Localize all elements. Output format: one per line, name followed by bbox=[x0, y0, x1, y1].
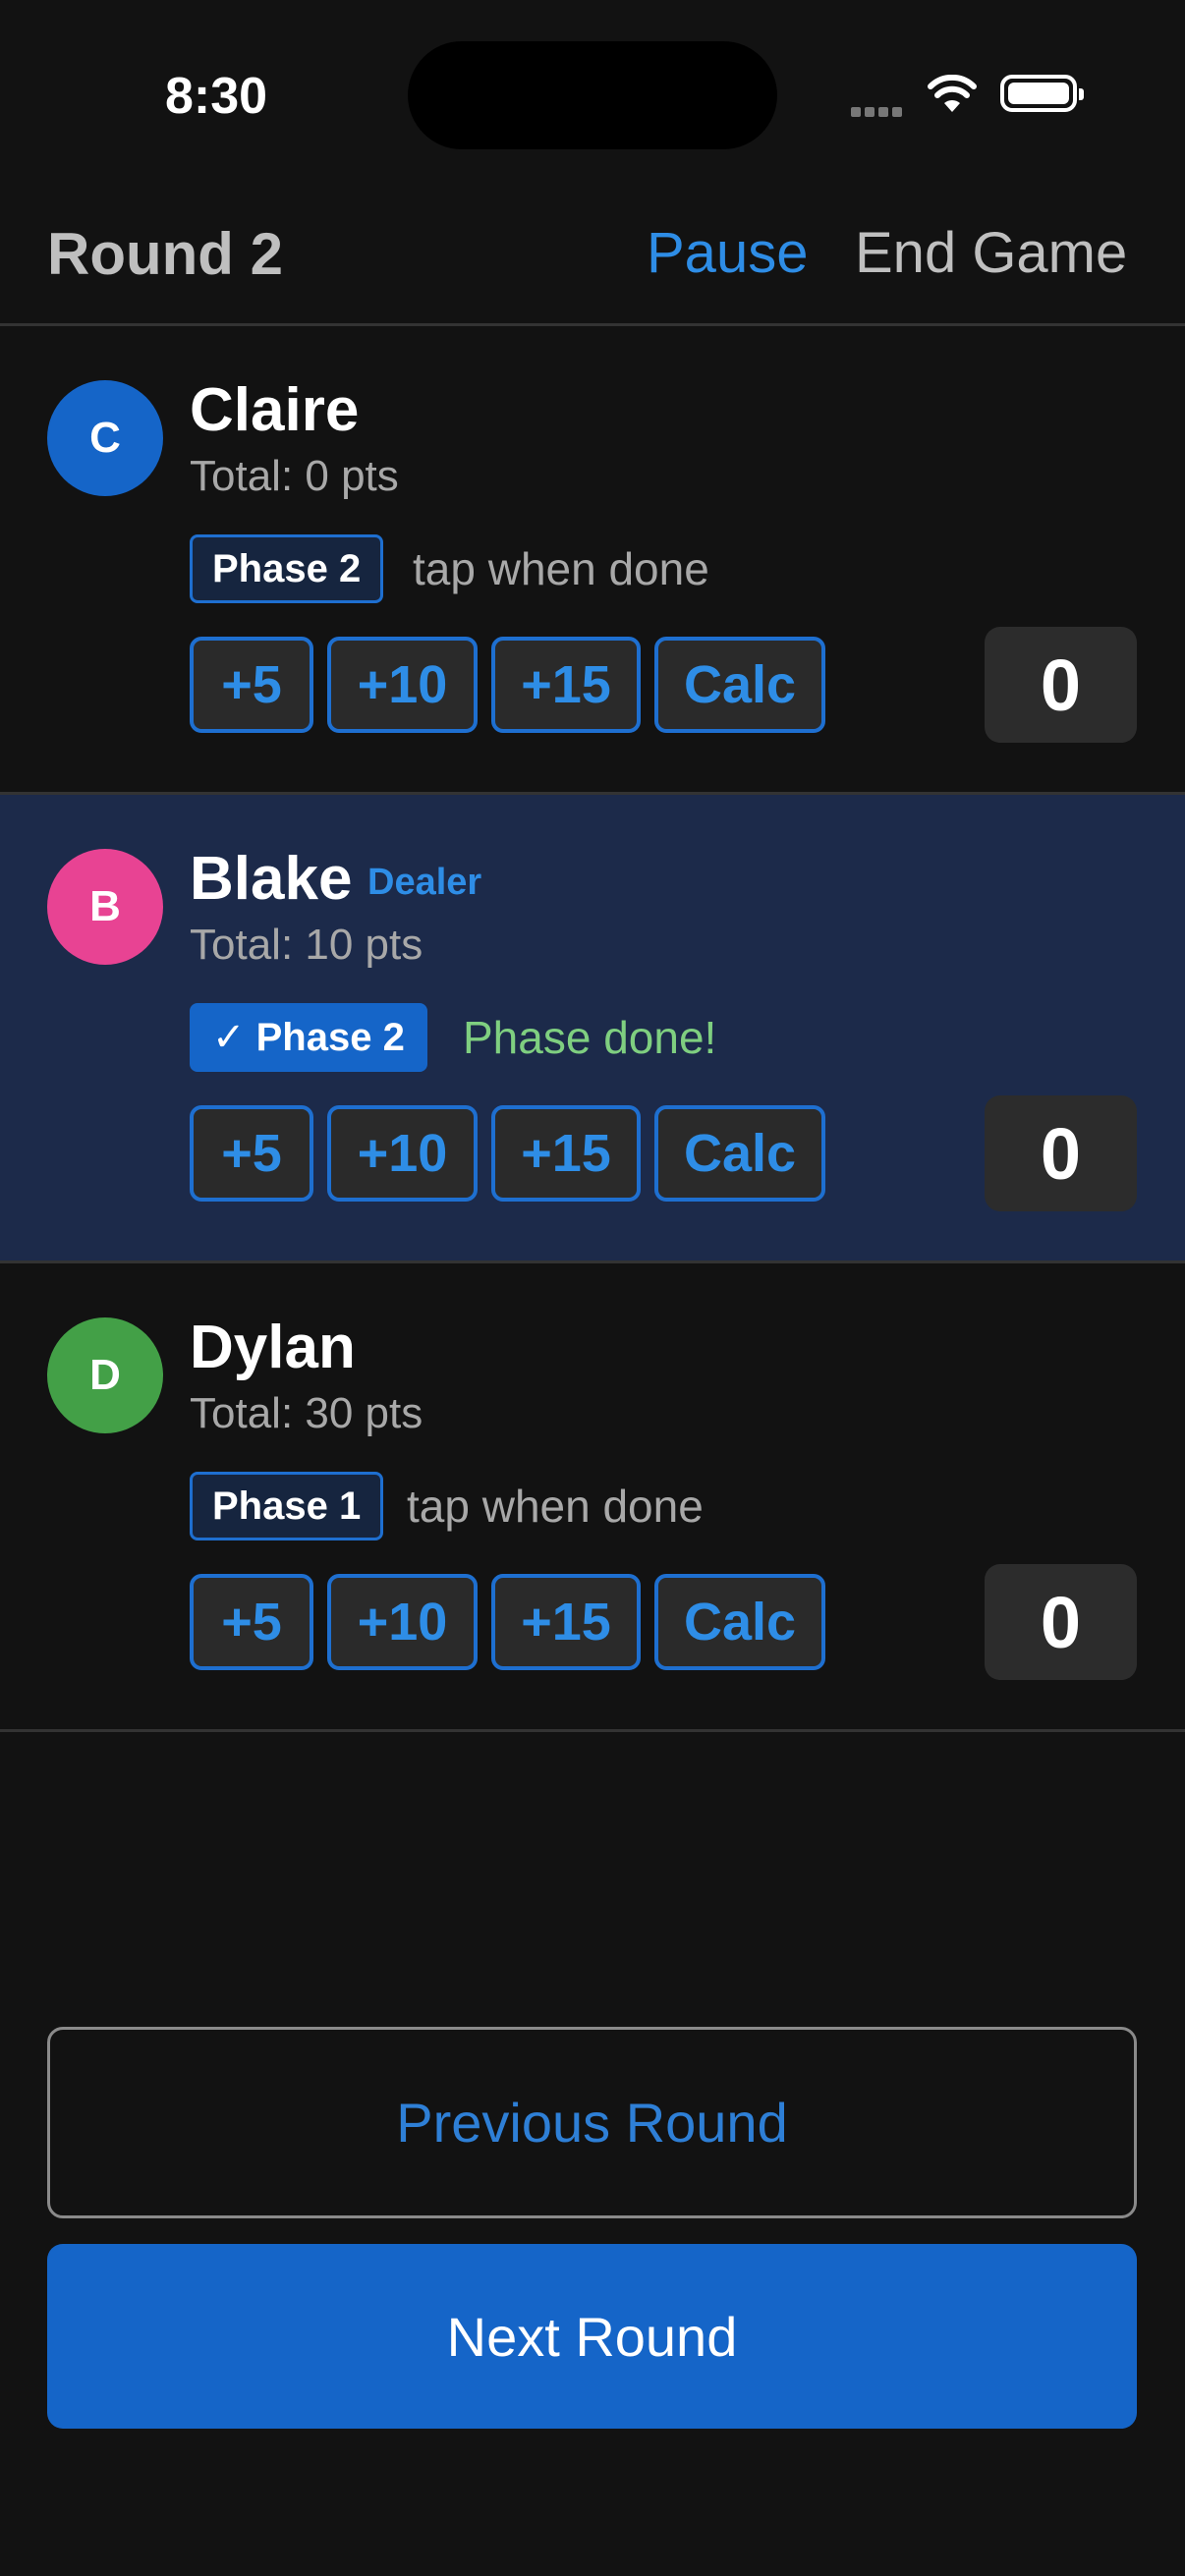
round-title: Round 2 bbox=[47, 221, 283, 287]
phase-badge[interactable]: ✓ Phase 2 bbox=[190, 1003, 427, 1072]
wifi-icon bbox=[928, 75, 977, 112]
add-10-button[interactable]: +10 bbox=[327, 637, 478, 733]
avatar: D bbox=[47, 1317, 163, 1433]
player-row-dylan: D Dylan Total: 30 pts Phase 1 tap when d… bbox=[0, 1263, 1185, 1732]
calc-button[interactable]: Calc bbox=[654, 1105, 825, 1202]
add-15-button[interactable]: +15 bbox=[491, 637, 641, 733]
battery-icon bbox=[1000, 75, 1084, 112]
cellular-signal-icon bbox=[851, 104, 906, 117]
add-15-button[interactable]: +15 bbox=[491, 1574, 641, 1670]
previous-round-button[interactable]: Previous Round bbox=[47, 2027, 1137, 2218]
header: Round 2 Pause End Game bbox=[0, 187, 1185, 326]
round-score-field[interactable]: 0 bbox=[985, 1095, 1137, 1211]
phase-hint: tap when done bbox=[407, 1481, 704, 1532]
player-name: Claire bbox=[190, 376, 360, 444]
next-round-button[interactable]: Next Round bbox=[47, 2244, 1137, 2429]
dealer-badge: Dealer bbox=[367, 862, 482, 903]
player-name: Blake bbox=[190, 845, 353, 913]
dynamic-island bbox=[408, 41, 777, 149]
phase-hint: Phase done! bbox=[463, 1012, 717, 1063]
status-time: 8:30 bbox=[165, 68, 268, 125]
add-15-button[interactable]: +15 bbox=[491, 1105, 641, 1202]
round-score-field[interactable]: 0 bbox=[985, 1564, 1137, 1680]
avatar: C bbox=[47, 380, 163, 496]
round-score-field[interactable]: 0 bbox=[985, 627, 1137, 743]
avatar: B bbox=[47, 849, 163, 965]
status-bar: 8:30 bbox=[0, 0, 1185, 187]
add-5-button[interactable]: +5 bbox=[190, 1105, 313, 1202]
calc-button[interactable]: Calc bbox=[654, 637, 825, 733]
end-game-button[interactable]: End Game bbox=[855, 220, 1127, 286]
phase-hint: tap when done bbox=[413, 543, 709, 594]
player-total: Total: 10 pts bbox=[190, 921, 423, 969]
pause-button[interactable]: Pause bbox=[647, 220, 808, 286]
add-5-button[interactable]: +5 bbox=[190, 637, 313, 733]
phase-badge[interactable]: Phase 2 bbox=[190, 534, 384, 603]
add-5-button[interactable]: +5 bbox=[190, 1574, 313, 1670]
player-row-blake: B Blake Dealer Total: 10 pts ✓ Phase 2 P… bbox=[0, 795, 1185, 1263]
player-total: Total: 0 pts bbox=[190, 452, 399, 500]
add-10-button[interactable]: +10 bbox=[327, 1574, 478, 1670]
add-10-button[interactable]: +10 bbox=[327, 1105, 478, 1202]
player-name: Dylan bbox=[190, 1314, 356, 1381]
player-row-claire: C Claire Total: 0 pts Phase 2 tap when d… bbox=[0, 326, 1185, 795]
player-total: Total: 30 pts bbox=[190, 1389, 423, 1437]
phase-badge[interactable]: Phase 1 bbox=[190, 1472, 384, 1540]
calc-button[interactable]: Calc bbox=[654, 1574, 825, 1670]
